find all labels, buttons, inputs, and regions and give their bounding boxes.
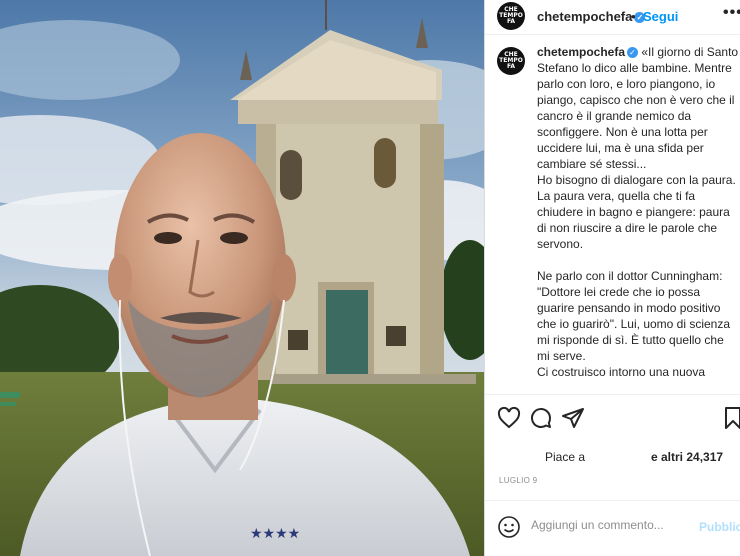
actions-divider [485,394,740,395]
author-username[interactable]: chetempochefa ✓ [537,9,646,24]
likes-count[interactable]: e altri 24,317 [651,450,723,464]
caption-username[interactable]: chetempochefa [537,45,625,59]
post-header: CHETEMPOFA chetempochefa✓ • Segui ••• [485,0,740,34]
bookmark-icon[interactable] [721,406,740,430]
post-side-panel: CHETEMPOFA chetempochefa✓ • Segui ••• CH… [484,0,740,556]
publish-button[interactable]: Pubblica [699,520,740,534]
comment-bar: Pubblica [485,510,740,544]
comment-input[interactable] [531,518,691,532]
comment-icon[interactable] [529,406,553,430]
author-username-text[interactable]: chetempochefa [537,9,632,24]
post-date[interactable]: LUGLIO 9 [499,476,537,485]
share-icon[interactable] [561,406,585,430]
post-photo[interactable]: ★★★★ [0,0,484,556]
selfie-image: ★★★★ [0,0,484,556]
follow-button[interactable]: Segui [643,9,678,24]
caption-text: chetempochefa ✓ «Il giorno di Santo Stefa… [537,44,739,380]
separator-dot: • [631,9,636,24]
verified-icon: ✓ [627,47,639,59]
caption-body: «Il giorno di Santo Stefano lo dico alle… [537,45,739,379]
likes-prefix: Piace a [545,450,586,464]
comment-divider [485,500,740,501]
more-options-icon[interactable]: ••• [723,4,740,22]
emoji-icon[interactable] [497,515,521,539]
caption-avatar[interactable]: CHE TEMPO FA [497,47,525,75]
header-divider [485,34,740,35]
svg-text:★★★★: ★★★★ [250,526,300,542]
likes-line: Piace a e altri 24,317 [497,448,737,466]
heart-icon[interactable] [497,406,521,430]
action-bar [485,400,740,436]
likes-count-text[interactable]: e altri 24,317 [651,450,723,464]
caption-block: CHE TEMPO FA chetempochefa ✓ «Il giorno di … [497,44,739,388]
author-avatar[interactable]: CHE TEMPO FA [497,2,525,30]
